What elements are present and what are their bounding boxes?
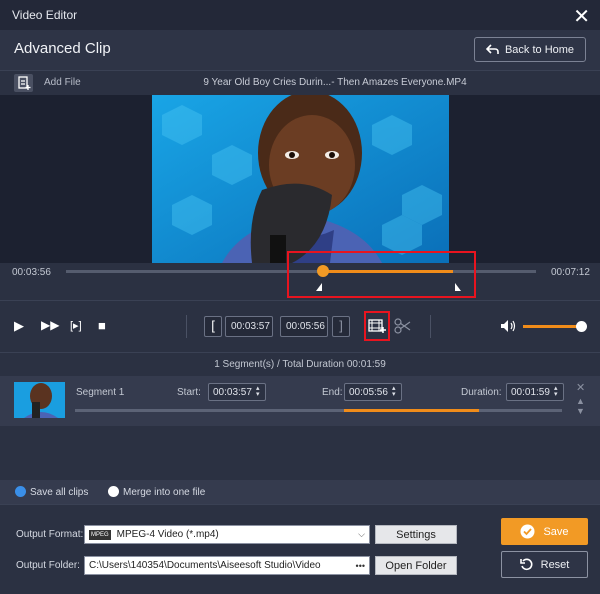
- file-name: 9 Year Old Boy Cries Durin...- Then Amaz…: [203, 77, 467, 88]
- move-up-icon[interactable]: ▲: [576, 396, 585, 406]
- timeline-end-time: 00:07:12: [551, 267, 590, 278]
- volume-handle[interactable]: [576, 321, 587, 332]
- output-folder-value: C:\Users\140354\Documents\Aiseesoft Stud…: [89, 560, 321, 571]
- stop-icon[interactable]: ■: [98, 318, 106, 333]
- segment-start-label: Start:: [177, 387, 201, 398]
- playback-controls: ▶ ▶▶ [▸] ■ [ 00:03:57 00:05:56 ]: [0, 300, 600, 352]
- film-plus-icon: [368, 319, 386, 333]
- reset-button[interactable]: Reset: [501, 551, 588, 578]
- divider: [430, 315, 431, 338]
- check-circle-icon: [520, 524, 535, 539]
- output-format-select[interactable]: MPEG MPEG-4 Video (*.mp4) ⌵: [84, 525, 370, 544]
- segment-duration-value: 00:01:59: [511, 386, 550, 398]
- segment-duration-label: Duration:: [461, 387, 502, 398]
- save-button[interactable]: Save: [501, 518, 588, 545]
- set-end-icon[interactable]: ]: [332, 316, 350, 337]
- browse-dots-icon[interactable]: •••: [352, 561, 365, 571]
- window-title: Video Editor: [12, 8, 78, 22]
- save-label: Save: [543, 525, 569, 538]
- spinner-icon[interactable]: ▴ ▾: [554, 385, 558, 398]
- add-file-label[interactable]: Add File: [44, 77, 81, 88]
- add-file-icon[interactable]: [14, 74, 33, 92]
- merge-label[interactable]: Merge into one file: [123, 487, 205, 498]
- reset-label: Reset: [540, 558, 570, 571]
- step-frame-icon[interactable]: [▸]: [70, 319, 82, 332]
- output-folder-field[interactable]: C:\Users\140354\Documents\Aiseesoft Stud…: [84, 556, 370, 575]
- segment-end-label: End:: [322, 387, 343, 398]
- play-icon[interactable]: ▶: [14, 318, 24, 334]
- delete-segment-icon[interactable]: ✕: [576, 381, 585, 394]
- settings-button[interactable]: Settings: [375, 525, 457, 544]
- mpeg-icon: MPEG: [89, 529, 111, 540]
- divider: [186, 315, 187, 338]
- selection-highlight-box: [287, 251, 476, 298]
- timeline-start-time: 00:03:56: [12, 267, 51, 278]
- segment-range: [344, 409, 479, 412]
- save-all-radio[interactable]: [15, 486, 26, 497]
- segment-name: Segment 1: [76, 387, 125, 398]
- file-bar: Add File 9 Year Old Boy Cries Durin...- …: [0, 70, 600, 95]
- set-start-icon[interactable]: [: [204, 316, 222, 337]
- volume-slider[interactable]: [523, 325, 581, 328]
- title-bar: Video Editor ✕: [0, 0, 600, 30]
- segment-summary: 1 Segment(s) / Total Duration 00:01:59: [0, 352, 600, 376]
- segment-end-field[interactable]: 00:05:56 ▴ ▾: [344, 383, 402, 401]
- move-down-icon[interactable]: ▼: [576, 406, 585, 416]
- spinner-icon[interactable]: ▴ ▾: [392, 385, 396, 398]
- output-folder-label: Output Folder:: [16, 560, 80, 571]
- back-arrow-icon: [485, 44, 499, 54]
- chevron-down-icon: ⌵: [358, 529, 365, 539]
- segment-start-field[interactable]: 00:03:57 ▴ ▾: [208, 383, 266, 401]
- output-format-value: MPEG-4 Video (*.mp4): [116, 529, 219, 540]
- segment-row[interactable]: Segment 1 Start: 00:03:57 ▴ ▾ End: 00:05:…: [0, 376, 600, 426]
- spinner-icon[interactable]: ▴ ▾: [256, 385, 260, 398]
- save-options: Save all clips Merge into one file: [0, 480, 600, 504]
- reset-icon: [519, 558, 533, 571]
- merge-radio[interactable]: [108, 486, 119, 497]
- close-icon[interactable]: ✕: [573, 4, 590, 29]
- add-segment-button[interactable]: [364, 311, 390, 341]
- back-to-home-label: Back to Home: [504, 43, 575, 56]
- segment-end-value: 00:05:56: [349, 386, 388, 398]
- video-preview: [0, 95, 600, 263]
- volume-icon[interactable]: [500, 319, 516, 333]
- page-title: Advanced Clip: [14, 40, 111, 57]
- segment-thumbnail: [14, 382, 65, 418]
- output-format-label: Output Format:: [16, 529, 84, 540]
- split-scissors-icon[interactable]: [394, 318, 414, 334]
- segment-duration-field[interactable]: 00:01:59 ▴ ▾: [506, 383, 564, 401]
- open-folder-button[interactable]: Open Folder: [375, 556, 457, 575]
- save-all-label[interactable]: Save all clips: [30, 487, 88, 498]
- start-time-field[interactable]: 00:03:57: [225, 316, 273, 337]
- header: Advanced Clip Back to Home: [0, 30, 600, 70]
- segment-list-empty-area: [0, 426, 600, 478]
- video-frame: [152, 95, 449, 263]
- end-time-field[interactable]: 00:05:56: [280, 316, 328, 337]
- fast-forward-icon[interactable]: ▶▶: [41, 318, 59, 332]
- back-to-home-button[interactable]: Back to Home: [474, 37, 586, 62]
- segment-track: [75, 409, 562, 412]
- segment-start-value: 00:03:57: [213, 386, 252, 398]
- output-panel: Output Format: MPEG MPEG-4 Video (*.mp4)…: [0, 504, 600, 594]
